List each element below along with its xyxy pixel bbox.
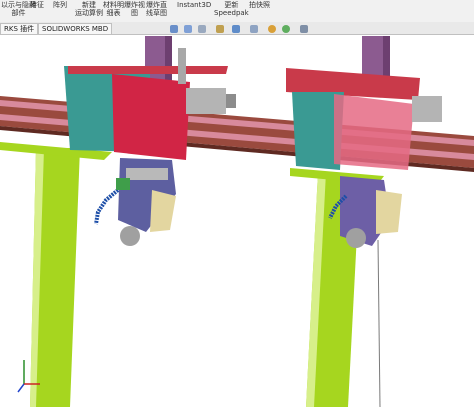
- appearance-icon[interactable]: [268, 25, 276, 33]
- ribbon-item-label: 材料明: [103, 1, 124, 9]
- scene-icon[interactable]: [282, 25, 290, 33]
- ribbon-item-label: 拍快照: [249, 1, 270, 9]
- ribbon-new-motion-study[interactable]: 新建 运动算例: [75, 1, 103, 17]
- ribbon-item-label-2: 细表: [106, 9, 121, 17]
- left-motor: [186, 88, 226, 114]
- ribbon-item-label-2: Speedpak: [214, 9, 249, 17]
- left-carriage-box: [112, 74, 190, 160]
- ribbon-item-label-2: 线草图: [146, 9, 167, 17]
- left-head-plate: [126, 168, 168, 180]
- ribbon-item-label: 更新: [224, 1, 239, 9]
- tab-rks-plugin[interactable]: RKS 插件: [0, 23, 39, 34]
- left-green-clamp: [116, 178, 130, 190]
- left-top-plate: [68, 66, 228, 74]
- ribbon-item-label: 新建: [82, 1, 96, 9]
- ribbon-item-label: 爆炸视: [124, 1, 145, 9]
- zoom-fit-icon[interactable]: [184, 25, 192, 33]
- ribbon-explode-line-sketch[interactable]: 爆炸直 线草图: [146, 1, 167, 17]
- ribbon-item-label: 阵列: [53, 1, 67, 9]
- ribbon-bill-of-materials[interactable]: 材料明 细表: [103, 1, 124, 17]
- left-cable: [178, 48, 186, 84]
- ribbon-item-label-2: 运动算例: [75, 9, 103, 17]
- ribbon-item-label: 爆炸直: [146, 1, 167, 9]
- ribbon-update-speedpak[interactable]: 更新 Speedpak: [214, 1, 249, 17]
- ribbon-exploded-view[interactable]: 爆炸视 图: [124, 1, 145, 17]
- ribbon-item-label-2: 部件: [11, 9, 26, 17]
- left-motor-end: [226, 94, 236, 108]
- tab-solidworks-mbd[interactable]: SOLIDWORKS MBD: [38, 23, 113, 34]
- display-style-icon[interactable]: [232, 25, 240, 33]
- section-view-icon[interactable]: [198, 25, 206, 33]
- right-head-bracket: [376, 190, 402, 234]
- view-orientation-icon[interactable]: [216, 25, 224, 33]
- 3d-graphics-viewport[interactable]: [0, 36, 474, 407]
- view-settings-icon[interactable]: [300, 25, 308, 33]
- ribbon-instant3d[interactable]: Instant3D: [177, 1, 211, 9]
- search-icon[interactable]: [170, 25, 178, 33]
- ribbon-features[interactable]: 特征: [30, 1, 44, 9]
- hide-show-icon[interactable]: [250, 25, 258, 33]
- left-torch-nozzle: [120, 226, 140, 246]
- ribbon-item-label: 特征: [30, 1, 44, 9]
- ribbon-take-snapshot[interactable]: 拍快照: [249, 1, 270, 9]
- heads-up-view-toolbar: [170, 23, 335, 35]
- right-torch-nozzle: [346, 228, 366, 248]
- command-ribbon: 以示与隐藏 部件 特征 阵列 新建 运动算例 材料明 细表 爆炸视 图 爆炸直 …: [0, 0, 474, 23]
- ribbon-pattern[interactable]: 阵列: [53, 1, 67, 9]
- right-carriage-box: [334, 94, 414, 170]
- ribbon-item-label-2: 图: [131, 9, 138, 17]
- right-motor: [412, 96, 442, 122]
- left-mast-shade: [165, 36, 172, 82]
- ribbon-item-label: Instant3D: [177, 1, 212, 9]
